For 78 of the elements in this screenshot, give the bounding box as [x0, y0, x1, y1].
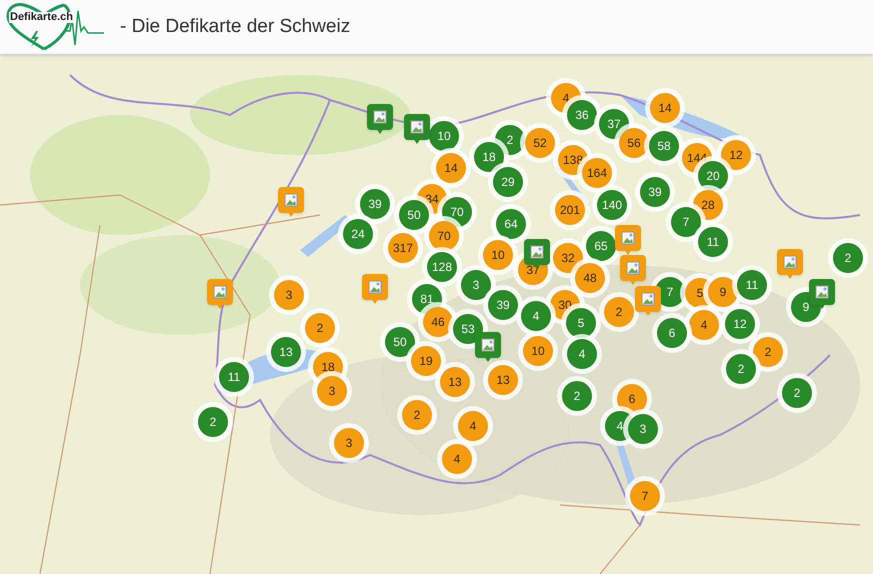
- cluster-marker[interactable]: 4: [689, 310, 719, 340]
- cluster-marker[interactable]: 11: [219, 362, 249, 392]
- cluster-marker[interactable]: 12: [721, 140, 751, 170]
- cluster-marker[interactable]: 64: [496, 209, 526, 239]
- image-icon: [641, 292, 655, 306]
- cluster-marker[interactable]: 46: [423, 307, 453, 337]
- cluster-marker[interactable]: 19: [411, 346, 441, 376]
- cluster-marker[interactable]: 3: [334, 428, 364, 458]
- cluster-marker[interactable]: 10: [483, 240, 513, 270]
- logo[interactable]: Defikarte.ch: [4, 1, 112, 53]
- cluster-marker[interactable]: 36: [567, 100, 597, 130]
- image-icon: [530, 245, 544, 259]
- cluster-marker[interactable]: 11: [698, 227, 728, 257]
- image-icon: [783, 255, 797, 269]
- cluster-marker[interactable]: 9: [708, 277, 738, 307]
- cluster-marker[interactable]: 317: [388, 233, 418, 263]
- cluster-marker[interactable]: 5: [566, 308, 596, 338]
- cluster-marker[interactable]: 2: [402, 400, 432, 430]
- cluster-marker[interactable]: 13: [440, 367, 470, 397]
- cluster-marker[interactable]: 56: [619, 128, 649, 158]
- cluster-marker[interactable]: 201: [555, 195, 585, 225]
- cluster-marker[interactable]: 11: [737, 270, 767, 300]
- image-icon: [373, 110, 387, 124]
- cluster-marker[interactable]: 7: [630, 481, 660, 511]
- image-icon: [410, 120, 424, 134]
- logo-text: Defikarte.ch: [9, 12, 74, 23]
- cluster-marker[interactable]: 65: [586, 231, 616, 261]
- cluster-marker[interactable]: 39: [488, 290, 518, 320]
- cluster-marker[interactable]: 2: [782, 378, 812, 408]
- image-icon: [626, 261, 640, 275]
- cluster-marker[interactable]: 50: [385, 327, 415, 357]
- cluster-marker[interactable]: 6: [657, 318, 687, 348]
- cluster-marker[interactable]: 24: [343, 219, 373, 249]
- cluster-marker[interactable]: 58: [649, 131, 679, 161]
- image-icon: [621, 231, 635, 245]
- image-icon: [284, 193, 298, 207]
- image-icon: [368, 280, 382, 294]
- cluster-marker[interactable]: 18: [474, 142, 504, 172]
- image-icon: [213, 285, 227, 299]
- cluster-marker[interactable]: 20: [698, 161, 728, 191]
- cluster-marker[interactable]: 50: [399, 200, 429, 230]
- cluster-marker[interactable]: 2: [833, 243, 863, 273]
- cluster-marker[interactable]: 14: [436, 153, 466, 183]
- cluster-marker[interactable]: 3: [317, 376, 347, 406]
- cluster-marker[interactable]: 164: [582, 158, 612, 188]
- cluster-marker[interactable]: 4: [458, 411, 488, 441]
- cluster-marker[interactable]: 10: [523, 336, 553, 366]
- cluster-marker[interactable]: 52: [525, 128, 555, 158]
- cluster-marker[interactable]: 4: [442, 444, 472, 474]
- image-icon: [481, 338, 495, 352]
- cluster-marker[interactable]: 2: [562, 381, 592, 411]
- cluster-marker[interactable]: 13: [488, 365, 518, 395]
- cluster-marker[interactable]: 128: [427, 252, 457, 282]
- cluster-marker[interactable]: 2: [753, 337, 783, 367]
- cluster-marker[interactable]: 3: [628, 414, 658, 444]
- cluster-marker[interactable]: 53: [453, 314, 483, 344]
- cluster-marker[interactable]: 13: [271, 337, 301, 367]
- cluster-marker[interactable]: 29: [493, 167, 523, 197]
- cluster-marker[interactable]: 39: [640, 177, 670, 207]
- cluster-marker[interactable]: 7: [671, 207, 701, 237]
- cluster-marker[interactable]: 2: [198, 407, 228, 437]
- cluster-marker[interactable]: 140: [597, 190, 627, 220]
- cluster-marker[interactable]: 32: [553, 243, 583, 273]
- cluster-marker[interactable]: 4: [567, 339, 597, 369]
- cluster-marker[interactable]: 10: [429, 121, 459, 151]
- cluster-marker[interactable]: 2: [604, 297, 634, 327]
- cluster-marker[interactable]: 14: [650, 93, 680, 123]
- cluster-marker[interactable]: 2: [726, 354, 756, 384]
- cluster-marker[interactable]: 3: [274, 280, 304, 310]
- cluster-marker[interactable]: 2: [305, 313, 335, 343]
- cluster-marker[interactable]: 4: [521, 301, 551, 331]
- cluster-marker[interactable]: 12: [725, 309, 755, 339]
- cluster-marker[interactable]: 70: [429, 221, 459, 251]
- cluster-marker[interactable]: 48: [575, 263, 605, 293]
- image-icon: [815, 285, 829, 299]
- cluster-marker[interactable]: 3: [461, 270, 491, 300]
- page-title: - Die Defikarte der Schweiz: [120, 14, 350, 39]
- cluster-marker[interactable]: 39: [360, 189, 390, 219]
